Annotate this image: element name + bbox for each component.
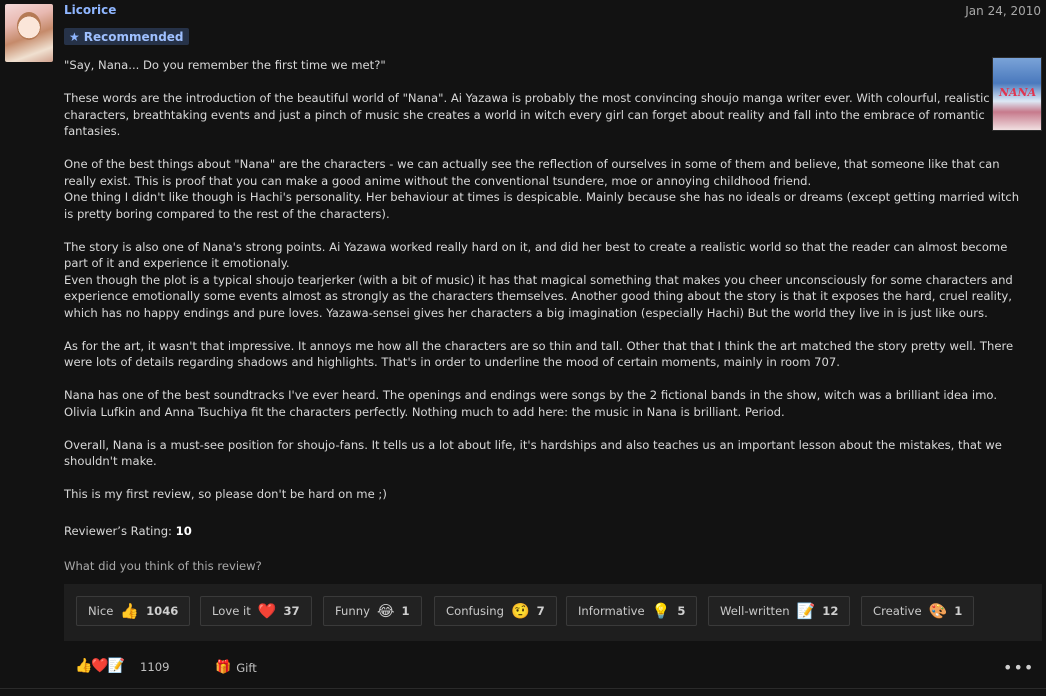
gift-button[interactable]: 🎁 Gift — [215, 660, 257, 675]
more-options-button[interactable]: ••• — [1003, 658, 1034, 677]
reaction-label: Funny — [335, 604, 370, 618]
reaction-count: 7 — [536, 604, 545, 618]
recommended-badge: ★ Recommended — [64, 28, 189, 45]
reaction-label: Well-written — [720, 604, 790, 618]
review-paragraph: "Say, Nana... Do you remember the first … — [64, 58, 386, 72]
review-paragraph: These words are the introduction of the … — [64, 91, 990, 138]
reaction-count: 37 — [283, 604, 300, 618]
reaction-button-well-written[interactable]: Well-written 📝 12 — [708, 596, 851, 626]
reaction-bar: Nice 👍 1046 Love it ❤️ 37 Funny 😂 1 Confusing 🤨 7 In… — [64, 584, 1042, 641]
user-avatar[interactable] — [5, 4, 53, 62]
review-paragraph: Nana has one of the best soundtracks I'v… — [64, 388, 998, 419]
reaction-label: Love it — [212, 604, 251, 618]
confused-face-icon: 🤨 — [510, 601, 530, 620]
reaction-count: 1046 — [146, 604, 179, 618]
reviewer-rating: Reviewer’s Rating: 10 — [64, 524, 192, 538]
reaction-button-funny[interactable]: Funny 😂 1 — [323, 596, 422, 626]
reaction-count: 1 — [954, 604, 963, 618]
star-icon: ★ — [69, 29, 80, 44]
rating-label: Reviewer’s Rating: — [64, 524, 172, 538]
reaction-button-love-it[interactable]: Love it ❤️ 37 — [200, 596, 312, 626]
heart-icon: ❤️ — [257, 601, 277, 620]
reaction-label: Nice — [88, 604, 114, 618]
review-paragraph: The story is also one of Nana's strong p… — [64, 239, 1013, 320]
reaction-count: 5 — [677, 604, 686, 618]
review-paragraph: As for the art, it wasn't that impressiv… — [64, 338, 1014, 370]
reaction-label: Creative — [873, 604, 922, 618]
rating-value: 10 — [175, 524, 192, 538]
reaction-summary-emojis: 👍❤️📝 — [75, 658, 125, 674]
memo-icon: 📝 — [796, 601, 816, 620]
review-paragraph: Overall, Nana is a must-see position for… — [64, 437, 1002, 469]
review-paragraph: One of the best things about "Nana" are … — [64, 157, 1020, 221]
reaction-count: 12 — [822, 604, 839, 618]
reaction-label: Informative — [578, 604, 645, 618]
divider — [0, 688, 1046, 689]
review-body: "Say, Nana... Do you remember the first … — [64, 57, 1032, 519]
reaction-count: 1 — [401, 604, 410, 618]
review-paragraph: This is my first review, so please don't… — [64, 487, 387, 501]
thumbs-up-icon: 👍 — [120, 601, 140, 620]
badge-label: Recommended — [83, 29, 184, 44]
palette-icon: 🎨 — [928, 601, 948, 620]
reaction-total-count: 1109 — [140, 660, 170, 674]
review-date: Jan 24, 2010 — [965, 4, 1041, 18]
review-feedback-question: What did you think of this review? — [64, 559, 262, 573]
reaction-button-creative[interactable]: Creative 🎨 1 — [861, 596, 975, 626]
gift-icon: 🎁 — [215, 660, 232, 675]
reaction-button-nice[interactable]: Nice 👍 1046 — [76, 596, 191, 626]
reaction-button-confusing[interactable]: Confusing 🤨 7 — [434, 596, 557, 626]
reviewer-username[interactable]: Licorice — [64, 3, 116, 17]
lightbulb-icon: 💡 — [651, 601, 671, 620]
gift-label: Gift — [236, 660, 257, 675]
reaction-button-informative[interactable]: Informative 💡 5 — [566, 596, 698, 626]
reaction-label: Confusing — [446, 604, 504, 618]
laughing-face-icon: 😂 — [376, 601, 395, 620]
